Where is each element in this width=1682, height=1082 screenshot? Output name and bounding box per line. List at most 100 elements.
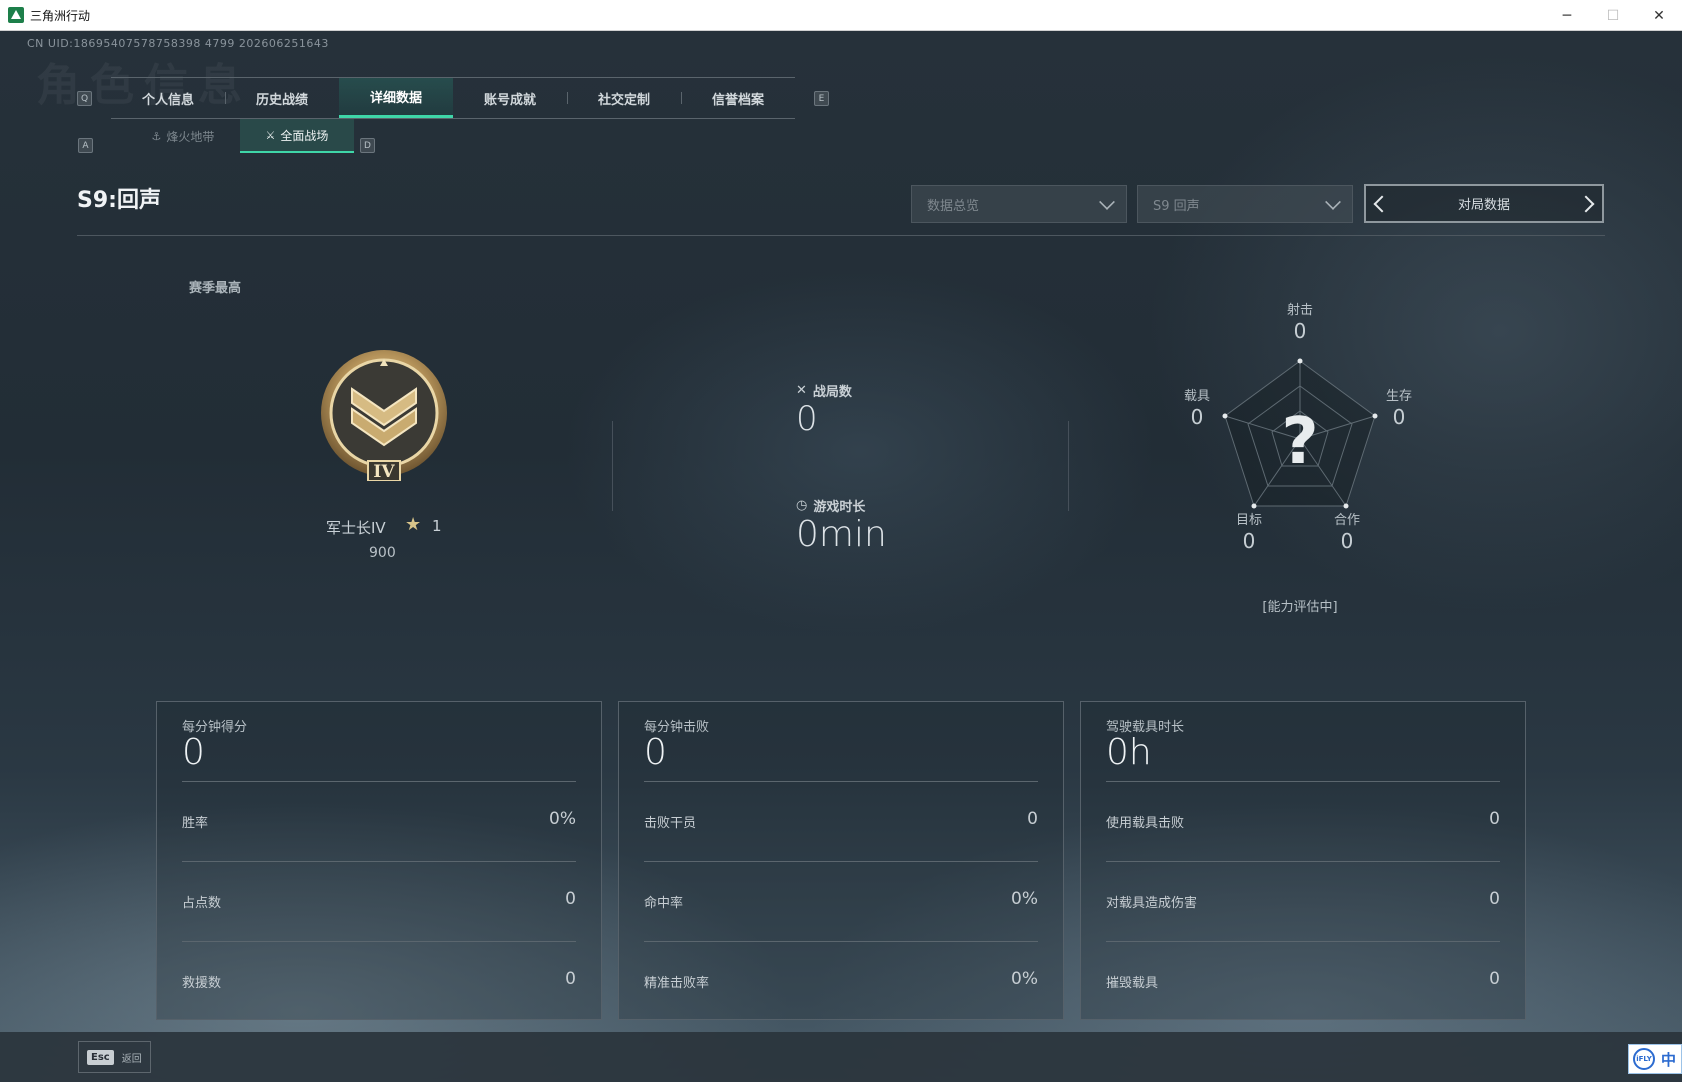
stat-card-kills: 每分钟击败 0 击败干员 0 命中率 0% 精准击败率 0% bbox=[618, 701, 1064, 1020]
crossed-swords-icon: ⚔ bbox=[265, 128, 276, 142]
radar-label-survival: 生存 bbox=[1385, 389, 1412, 404]
crossed-swords-icon: ✕ bbox=[796, 383, 807, 398]
row-label: 救援数 bbox=[182, 976, 222, 991]
match-data-pager: 对局数据 bbox=[1364, 184, 1604, 223]
chevron-down-icon bbox=[1325, 194, 1341, 210]
ability-status: [能力评估中] bbox=[1262, 600, 1338, 615]
season-dropdown[interactable]: S9 回声 bbox=[1137, 185, 1353, 223]
next-subtab-key-hint[interactable]: D bbox=[360, 138, 375, 153]
star-count: 1 bbox=[432, 517, 442, 535]
row-label: 使用载具击败 bbox=[1106, 816, 1185, 831]
card-main-value: 0 bbox=[182, 732, 205, 773]
chevron-left-icon[interactable] bbox=[1373, 195, 1391, 212]
card-main-value: 0h bbox=[1106, 732, 1152, 773]
pager-label: 对局数据 bbox=[1457, 198, 1510, 213]
tab-match-history[interactable]: 历史战绩 bbox=[225, 78, 339, 118]
mode-subtabs: ⚓ 烽火地带 ⚔ 全面战场 bbox=[126, 119, 354, 153]
row-label: 精准击败率 bbox=[644, 976, 710, 991]
ime-logo-icon: iFLY bbox=[1633, 1048, 1655, 1070]
tab-detailed-data[interactable]: 详细数据 bbox=[339, 78, 453, 118]
row-value: 0% bbox=[1011, 889, 1038, 909]
ability-radar: ? bbox=[1222, 358, 1378, 509]
card-divider bbox=[182, 941, 576, 942]
section-divider bbox=[1068, 421, 1069, 511]
row-value: 0 bbox=[1489, 889, 1500, 909]
playtime-value: 0min bbox=[796, 514, 887, 555]
footer-bar: Esc 返回 bbox=[0, 1032, 1682, 1082]
next-tab-key-hint[interactable]: E bbox=[814, 91, 829, 106]
subtab-label: 烽火地带 bbox=[166, 129, 215, 144]
matches-label: ✕ 战局数 bbox=[796, 383, 852, 400]
tab-social-custom[interactable]: 社交定制 bbox=[567, 78, 681, 118]
radar-label-objective: 目标 bbox=[1235, 513, 1262, 528]
chevron-down-icon bbox=[1099, 194, 1115, 210]
row-label: 占点数 bbox=[182, 896, 222, 911]
dropdown-value: 数据总览 bbox=[927, 198, 980, 214]
chevron-right-icon[interactable] bbox=[1577, 195, 1595, 212]
radar-label-shooting: 射击 bbox=[1286, 303, 1313, 318]
radar-value-vehicle: 0 bbox=[1190, 405, 1204, 429]
season-title: S9:回声 bbox=[77, 188, 161, 213]
card-divider bbox=[644, 861, 1038, 862]
radar-value-objective: 0 bbox=[1242, 529, 1256, 553]
game-screen: 角色信息 CN UID:18695407578758398 4799 20260… bbox=[0, 31, 1682, 1082]
player-uid: CN UID:18695407578758398 4799 2026062516… bbox=[27, 37, 329, 50]
header-divider bbox=[77, 235, 1605, 236]
prev-tab-key-hint[interactable]: Q bbox=[77, 91, 92, 106]
radar-value-cooperation: 0 bbox=[1340, 529, 1354, 553]
row-value: 0 bbox=[1489, 809, 1500, 829]
stat-card-score: 每分钟得分 0 胜率 0% 占点数 0 救援数 0 bbox=[156, 701, 602, 1020]
data-overview-dropdown[interactable]: 数据总览 bbox=[911, 185, 1127, 223]
subtab-warfare[interactable]: ⚔ 全面战场 bbox=[240, 119, 354, 153]
row-value: 0% bbox=[1011, 969, 1038, 989]
tab-achievements[interactable]: 账号成就 bbox=[453, 78, 567, 118]
radar-value-survival: 0 bbox=[1392, 405, 1406, 429]
window-title: 三角洲行动 bbox=[30, 8, 91, 23]
subtab-operations[interactable]: ⚓ 烽火地带 bbox=[126, 119, 240, 153]
close-button[interactable]: ✕ bbox=[1636, 0, 1682, 31]
row-value: 0 bbox=[565, 969, 576, 989]
back-label: 返回 bbox=[121, 1053, 142, 1065]
tab-personal-info[interactable]: 个人信息 bbox=[111, 78, 225, 118]
row-label: 胜率 bbox=[182, 816, 209, 831]
window-controls: ─ ☐ ✕ bbox=[1544, 0, 1682, 31]
card-divider bbox=[1106, 781, 1500, 782]
ime-indicator[interactable]: iFLY 中 bbox=[1628, 1044, 1682, 1074]
season-best-label: 赛季最高 bbox=[189, 281, 242, 296]
playtime-label: ◷ 游戏时长 bbox=[796, 498, 866, 515]
prev-subtab-key-hint[interactable]: A bbox=[78, 138, 93, 153]
row-value: 0 bbox=[1027, 809, 1038, 829]
main-tabs: 个人信息 历史战绩 详细数据 账号成就 社交定制 信誉档案 bbox=[111, 77, 795, 119]
rank-medal-icon: IV bbox=[321, 350, 447, 481]
clock-icon: ◷ bbox=[796, 498, 808, 513]
rank-name: 军士长IV bbox=[326, 519, 386, 537]
card-divider bbox=[644, 781, 1038, 782]
card-divider bbox=[182, 781, 576, 782]
row-label: 摧毁载具 bbox=[1106, 976, 1159, 991]
radar-label-vehicle: 载具 bbox=[1183, 389, 1210, 404]
radar-label-cooperation: 合作 bbox=[1333, 513, 1360, 528]
minimize-button[interactable]: ─ bbox=[1544, 0, 1590, 31]
card-main-value: 0 bbox=[644, 732, 667, 773]
maximize-button[interactable]: ☐ bbox=[1590, 0, 1636, 31]
tab-credit-record[interactable]: 信誉档案 bbox=[681, 78, 795, 118]
card-divider bbox=[644, 941, 1038, 942]
card-divider bbox=[1106, 861, 1500, 862]
back-button[interactable]: Esc 返回 bbox=[78, 1041, 151, 1073]
dropdown-value: S9 回声 bbox=[1153, 198, 1200, 214]
row-label: 击败干员 bbox=[644, 816, 697, 831]
card-divider bbox=[182, 861, 576, 862]
row-value: 0% bbox=[549, 809, 576, 829]
medal-numeral: IV bbox=[373, 462, 395, 481]
anchor-icon: ⚓ bbox=[151, 129, 162, 143]
matches-value: 0 bbox=[796, 399, 818, 439]
row-value: 0 bbox=[1489, 969, 1500, 989]
card-divider bbox=[1106, 941, 1500, 942]
ime-mode: 中 bbox=[1661, 1050, 1677, 1069]
esc-key-hint: Esc bbox=[87, 1049, 114, 1065]
section-divider bbox=[612, 421, 613, 511]
star-icon: ★ bbox=[405, 514, 422, 535]
row-value: 0 bbox=[565, 889, 576, 909]
radar-center-symbol: ? bbox=[1281, 405, 1318, 479]
app-logo-icon bbox=[8, 7, 24, 23]
